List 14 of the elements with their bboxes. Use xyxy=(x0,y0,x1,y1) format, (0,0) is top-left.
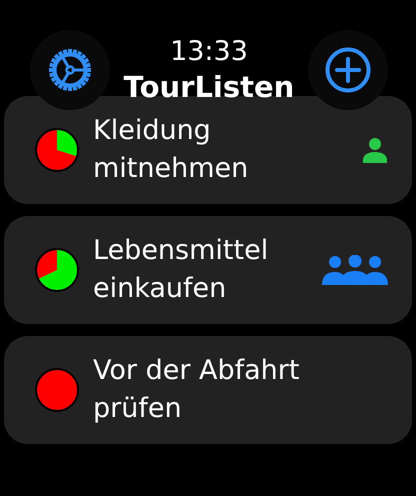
list-name: Vor der Abfahrt prüfen xyxy=(93,354,300,426)
progress-pie xyxy=(34,367,80,413)
list-name: Lebensmittel einkaufen xyxy=(93,234,270,306)
list-name: Kleidung mitnehmen xyxy=(93,114,250,186)
list-card[interactable]: Kleidung mitnehmen xyxy=(4,96,412,204)
clock-time: 13:33 xyxy=(170,36,248,68)
settings-icon xyxy=(47,47,93,93)
people-icon xyxy=(322,255,388,285)
list-card[interactable]: Lebensmittel einkaufen xyxy=(4,216,412,324)
add-icon xyxy=(324,46,372,94)
progress-pie xyxy=(34,127,80,173)
person-icon xyxy=(362,137,388,163)
list-card[interactable]: Vor der Abfahrt prüfen xyxy=(4,336,412,444)
progress-pie xyxy=(34,247,80,293)
